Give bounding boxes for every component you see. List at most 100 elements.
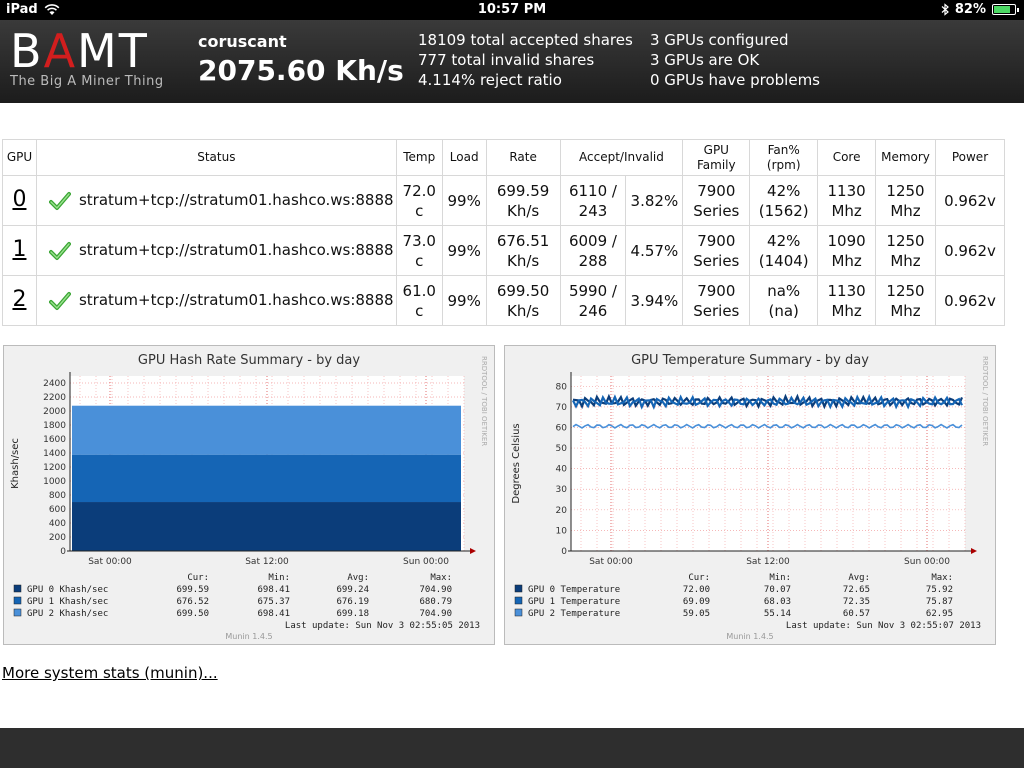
y-axis-label: Khash/sec [10, 438, 21, 489]
chart-title: GPU Hash Rate Summary - by day [138, 353, 360, 368]
legend-col-header: Avg: [848, 573, 870, 583]
gpu-family: 7900 Series [682, 175, 751, 226]
gpus-problems: 0 GPUs have problems [650, 71, 820, 89]
x-tick-label: Sun 00:00 [904, 557, 950, 567]
y-tick-label: 2200 [43, 393, 66, 403]
legend-series-name: GPU 2 Temperature [528, 609, 620, 619]
invalid-shares: 777 total invalid shares [418, 51, 595, 69]
legend-value: 704.90 [419, 585, 452, 595]
y-tick-label: 50 [556, 444, 568, 454]
gpu-fan: 42% (1404) [749, 225, 819, 276]
legend-swatch [13, 608, 22, 617]
gpu-rate: 699.59 Kh/s [485, 175, 561, 226]
gpu-status-table: GPU Status Temp Load Rate Accept/Invalid… [2, 139, 1006, 326]
y-tick-label: 400 [49, 519, 66, 529]
gpu-memory: 1250 Mhz [875, 175, 936, 226]
legend-value: 72.35 [843, 597, 870, 607]
legend-series-name: GPU 0 Temperature [528, 585, 620, 595]
y-tick-label: 1600 [43, 435, 66, 445]
gpu-load: 99% [441, 175, 487, 226]
gpus-ok: 3 GPUs are OK [650, 51, 760, 69]
table-row: 2 stratum+tcp://stratum01.hashco.ws:8888 6… [2, 275, 1006, 326]
temperature-chart: GPU Temperature Summary - by day 0 10 20 30 4… [504, 345, 996, 645]
legend-value: 675.37 [257, 597, 290, 607]
gpu-reject-pct: 4.57% [625, 225, 684, 276]
gpu-index: 1 [2, 225, 37, 276]
gpu-link[interactable]: 0 [12, 187, 26, 212]
gpu-accept: 6110 /243 [559, 175, 627, 226]
bamt-header: BAMT The Big A Miner Thing coruscant 207… [0, 20, 1024, 103]
y-tick-label: 40 [556, 465, 568, 475]
legend-col-header: Max: [430, 573, 452, 583]
y-tick-label: 600 [49, 505, 66, 515]
legend-value: 68.03 [764, 597, 791, 607]
y-tick-label: 1200 [43, 463, 66, 473]
col-core: Core [817, 139, 877, 176]
battery-icon [992, 4, 1019, 15]
gpu-link[interactable]: 1 [12, 237, 26, 262]
gpu-status: stratum+tcp://stratum01.hashco.ws:8888 [35, 275, 397, 326]
gpu-family: 7900 Series [682, 225, 751, 276]
pool-url: stratum+tcp://stratum01.hashco.ws:8888 [78, 241, 394, 260]
legend-value: 704.90 [419, 609, 452, 619]
reject-ratio: 4.114% reject ratio [418, 71, 562, 89]
gpu-temp: 73.0 c [395, 225, 443, 276]
y-tick-label: 60 [556, 423, 568, 433]
legend-value: 699.24 [336, 585, 369, 595]
x-tick-label: Sat 12:00 [746, 557, 790, 567]
y-tick-label: 1800 [43, 421, 66, 431]
col-power: Power [934, 139, 1006, 176]
legend-col-header: Min: [268, 573, 290, 583]
legend-series-name: GPU 1 Khash/sec [27, 597, 108, 607]
col-temp: Temp [395, 139, 443, 176]
gpu-memory: 1250 Mhz [875, 275, 936, 326]
gpu-fan: 42% (1562) [749, 175, 819, 226]
legend-value: 676.19 [336, 597, 369, 607]
legend-value: 676.52 [176, 597, 209, 607]
checkmark-icon [48, 191, 71, 210]
more-stats-link[interactable]: More system stats (munin)... [2, 664, 218, 682]
gpu-power: 0.962v [934, 175, 1006, 226]
y-tick-label: 200 [49, 533, 66, 543]
legend-value: 699.59 [176, 585, 209, 595]
checkmark-icon [48, 291, 71, 310]
gpu-rate: 676.51 Kh/s [485, 225, 561, 276]
gpu-load: 99% [441, 275, 487, 326]
col-fan: Fan% (rpm) [749, 139, 819, 176]
gpu-temp: 72.0 c [395, 175, 443, 226]
table-header-row: GPU Status Temp Load Rate Accept/Invalid… [2, 139, 1006, 176]
col-load: Load [441, 139, 487, 176]
gpu-core: 1130 Mhz [817, 275, 877, 326]
host-name: coruscant [198, 32, 287, 51]
gpu-accept: 5990 /246 [559, 275, 627, 326]
legend-col-header: Avg: [347, 573, 369, 583]
munin-version: Munin 1.4.5 [225, 632, 272, 641]
y-tick-label: 2000 [43, 407, 66, 417]
bamt-logo: BAMT The Big A Miner Thing [10, 26, 170, 96]
y-tick-label: 1400 [43, 449, 66, 459]
legend-swatch [514, 596, 523, 605]
legend-value: 69.09 [683, 597, 710, 607]
gpu-index: 0 [2, 175, 37, 226]
gpu-link[interactable]: 2 [12, 287, 26, 312]
legend-value: 698.41 [257, 585, 290, 595]
munin-version: Munin 1.4.5 [726, 632, 773, 641]
legend-col-header: Min: [769, 573, 791, 583]
legend-swatch [514, 584, 523, 593]
last-update: Last update: Sun Nov 3 02:55:07 2013 [786, 621, 981, 631]
legend-value: 698.41 [257, 609, 290, 619]
y-tick-label: 10 [556, 526, 568, 536]
y-tick-label: 0 [561, 547, 567, 557]
legend-value: 680.79 [419, 597, 452, 607]
legend-swatch [13, 596, 22, 605]
legend-swatch [13, 584, 22, 593]
accepted-shares: 18109 total accepted shares [418, 31, 633, 49]
gpu-reject-pct: 3.82% [625, 175, 684, 226]
y-axis-label: Degrees Celsius [511, 423, 522, 503]
total-hashrate: 2075.60 Kh/s [198, 54, 404, 87]
footer-bar [0, 728, 1024, 768]
col-memory: Memory [875, 139, 936, 176]
legend-value: 75.92 [926, 585, 953, 595]
last-update: Last update: Sun Nov 3 02:55:05 2013 [285, 621, 480, 631]
gpu-accept: 6009 /288 [559, 225, 627, 276]
